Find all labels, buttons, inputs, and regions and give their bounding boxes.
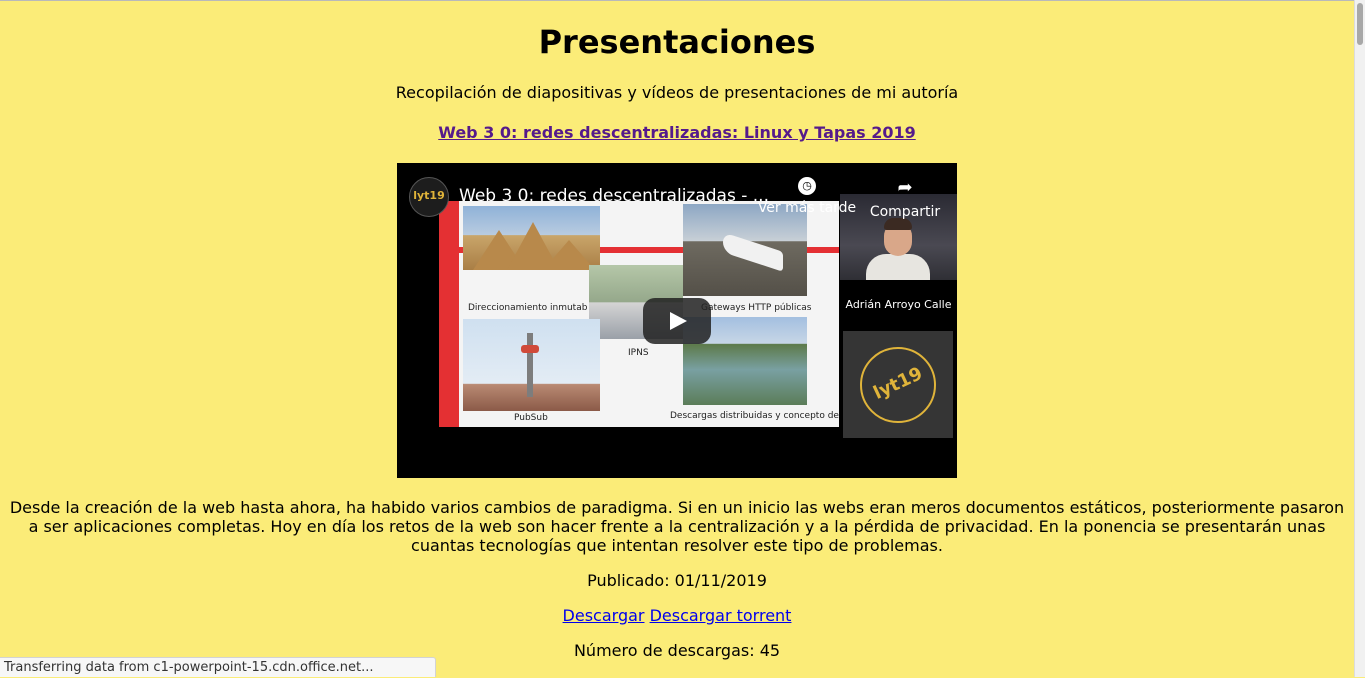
slide-caption: IPNS <box>628 348 649 358</box>
tower-top-shape <box>521 345 539 353</box>
published-date: Publicado: 01/11/2019 <box>587 571 767 590</box>
slide-caption: Direccionamiento inmutab <box>468 303 588 313</box>
download-link[interactable]: Descargar <box>563 606 645 625</box>
browser-status-bar: Transferring data from c1-powerpoint-15.… <box>0 657 436 677</box>
pyramid-shape <box>543 240 595 270</box>
train-image <box>683 204 807 296</box>
train-shape <box>723 232 783 272</box>
presentation-description: Desde la creación de la web hasta ahora,… <box>9 498 1345 555</box>
presentation-heading: Web 3 0: redes descentralizadas: Linux y… <box>0 123 1354 142</box>
presenter-name: Adrián Arroyo Calle <box>845 298 952 311</box>
share-label: Compartir <box>869 204 941 220</box>
download-links: Descargar Descargar torrent <box>0 606 1354 625</box>
video-title[interactable]: Web 3 0: redes descentralizadas - ... <box>459 185 769 207</box>
video-slide-frame: Direccionamiento inmutab Gateways HTTP p… <box>439 201 839 427</box>
page-title: Presentaciones <box>538 23 816 61</box>
presentation-title-link[interactable]: Web 3 0: redes descentralizadas: Linux y… <box>438 123 915 142</box>
slide-caption: Gateways HTTP públicas <box>701 303 812 313</box>
clock-icon: ◷ <box>798 177 816 195</box>
scrollbar-thumb[interactable] <box>1357 3 1363 45</box>
watch-later-button[interactable]: ◷ Ver más tarde <box>757 177 857 216</box>
play-button[interactable] <box>643 298 711 344</box>
slide-caption: PubSub <box>514 413 548 423</box>
pyramids-image <box>463 206 600 270</box>
window-top-border <box>0 0 1365 1</box>
download-torrent-link[interactable]: Descargar torrent <box>650 606 792 625</box>
page-subtitle: Recopilación de diapositivas y vídeos de… <box>395 83 959 102</box>
slide-caption: Descargas distribuidas y concepto de <box>670 411 839 421</box>
tower-image <box>463 319 600 411</box>
share-button[interactable]: ➦ Compartir <box>865 177 945 220</box>
channel-avatar[interactable]: lyt19 <box>409 177 449 217</box>
presenter-shirt <box>866 254 930 280</box>
slide-red-bar <box>439 201 459 427</box>
channel-avatar-text: lyt19 <box>413 189 445 202</box>
video-player[interactable]: Direccionamiento inmutab Gateways HTTP p… <box>397 163 957 478</box>
event-logo: lyt19 <box>843 331 953 438</box>
watch-later-label: Ver más tarde <box>757 200 857 216</box>
tower-shape <box>527 333 533 397</box>
vertical-scrollbar[interactable] <box>1354 0 1365 677</box>
share-icon: ➦ <box>897 177 913 198</box>
